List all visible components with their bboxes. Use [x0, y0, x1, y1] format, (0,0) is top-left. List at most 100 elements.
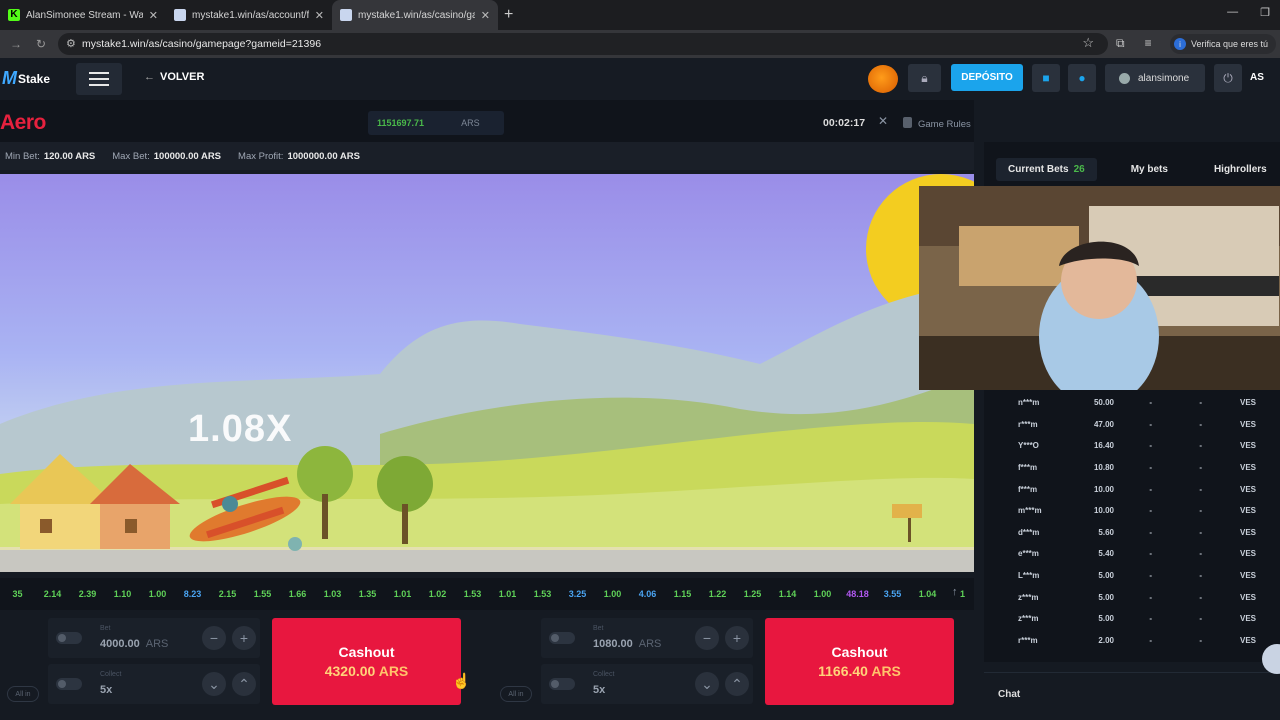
all-in-button[interactable]: All in — [7, 686, 39, 702]
close-tab-icon[interactable]: ✕ — [481, 9, 490, 22]
auto-bet-toggle[interactable] — [549, 632, 575, 644]
bell-icon: ● — [1078, 71, 1086, 85]
new-tab-icon[interactable]: + — [504, 6, 513, 24]
decrease-bet-button[interactable]: − — [695, 626, 719, 650]
browser-tab-2[interactable]: mystake1.win/as/account/frees ✕ — [166, 0, 332, 30]
minimize-icon[interactable]: — — [1227, 6, 1238, 19]
bet-row: z***m 5.00 - - VES — [984, 608, 1280, 630]
browser-tab-1[interactable]: K AlanSimonee Stream - Watch L ✕ — [0, 0, 166, 30]
history-multiplier: 1.22 — [708, 589, 727, 599]
webcam-overlay — [919, 186, 1280, 390]
increase-bet-button[interactable]: + — [232, 626, 256, 650]
bet-row-currency: VES — [1239, 549, 1256, 559]
history-multiplier: 3.55 — [883, 589, 902, 599]
bet-row-col-b: - — [1199, 441, 1202, 451]
bet-amount-text: 1080.00 — [593, 638, 633, 650]
user-menu-button[interactable]: alansimone — [1105, 64, 1205, 92]
browser-tab-3[interactable]: mystake1.win/as/casino/gamep ✕ — [332, 0, 498, 30]
back-label: VOLVER — [160, 71, 205, 83]
bet-row-currency: VES — [1239, 398, 1256, 408]
bet-row-col-b: - — [1199, 398, 1202, 408]
bet-row-currency: VES — [1239, 441, 1256, 451]
bet-row-col-a: - — [1149, 592, 1152, 602]
game-rules-button[interactable]: Game Rules — [903, 117, 971, 130]
collect-down-icon[interactable]: ⌄ — [695, 672, 719, 696]
bookmark-star-icon[interactable]: ☆ — [1082, 35, 1094, 51]
bet-row-multiplier: 5.00 — [1098, 614, 1114, 624]
max-bet-value: 100000.00 ARS — [153, 150, 222, 162]
bet-row-col-b: - — [1199, 549, 1202, 559]
close-tab-icon[interactable]: ✕ — [149, 9, 158, 22]
language-selector[interactable]: AS — [1250, 72, 1264, 83]
avatar-icon — [1119, 72, 1130, 84]
decrease-bet-button[interactable]: − — [202, 626, 226, 650]
history-multiplier: 4.06 — [638, 589, 657, 599]
profile-verify-pill[interactable]: i Verifica que eres tú — [1169, 34, 1276, 54]
bet-row: z***m 5.00 - - VES — [984, 586, 1280, 608]
bet-currency: ARS — [638, 638, 662, 650]
lock-icon: 🔒︎ — [921, 70, 928, 85]
gift-icon: ■ — [1042, 71, 1050, 85]
collect-field[interactable]: Collect 5x ⌄ ⌃ — [541, 664, 753, 704]
forward-icon[interactable]: → — [10, 37, 22, 51]
auto-collect-toggle[interactable] — [549, 678, 575, 690]
cashout-currency: ARS — [871, 663, 901, 679]
reload-icon[interactable]: ↻ — [36, 37, 46, 51]
streamer-webcam-graphic — [919, 186, 1280, 390]
chat-bar[interactable]: Chat — [984, 672, 1280, 720]
bet-row-currency: VES — [1239, 635, 1256, 645]
bet-amount-field[interactable]: Bet 1080.00 ARS − + — [541, 618, 753, 658]
all-in-button[interactable]: All in — [500, 686, 532, 702]
cashout-currency: ARS — [378, 663, 409, 679]
auto-bet-toggle[interactable] — [56, 632, 82, 644]
history-multiplier: 1.03 — [323, 589, 342, 599]
history-multiplier: 1.02 — [428, 589, 447, 599]
browser-address-bar: → ↻ ⚙ mystake1.win/as/casino/gamepage?ga… — [0, 30, 1280, 58]
site-logo[interactable]: M Stake — [2, 68, 50, 89]
tab-current-bets[interactable]: Current Bets 26 — [996, 157, 1097, 181]
lock-button[interactable]: 🔒︎ — [908, 64, 941, 92]
logo-text: Stake — [18, 71, 51, 86]
collect-label: Collect — [593, 671, 615, 678]
tab-current-bets-label: Current Bets — [1008, 163, 1069, 175]
back-button[interactable]: ← VOLVER — [144, 71, 204, 83]
hamburger-menu-button[interactable] — [76, 63, 122, 95]
deposit-button[interactable]: DEPÓSITO — [951, 64, 1023, 91]
collect-field[interactable]: Collect 5x ⌄ ⌃ — [48, 664, 260, 704]
site-info-icon[interactable]: ⚙ — [66, 37, 76, 50]
url-field[interactable]: ⚙ mystake1.win/as/casino/gamepage?gameid… — [58, 33, 1108, 55]
tab-title: mystake1.win/as/account/frees — [192, 9, 309, 21]
mute-icon[interactable]: ✕ — [878, 114, 888, 128]
cashout-button[interactable]: Cashout 1166.40 ARS — [765, 618, 954, 705]
collect-value: 5x — [593, 684, 606, 696]
bet-row-currency: VES — [1239, 419, 1256, 429]
collect-up-icon[interactable]: ⌃ — [725, 672, 749, 696]
game-rules-label: Game Rules — [918, 119, 971, 130]
cashout-button[interactable]: Cashout 4320.00 ARS — [272, 618, 461, 705]
collect-down-icon[interactable]: ⌄ — [202, 672, 226, 696]
bet-row-currency: VES — [1239, 506, 1256, 516]
reading-list-icon[interactable]: ≡ — [1145, 36, 1152, 51]
bet-row-currency: VES — [1239, 614, 1256, 624]
close-tab-icon[interactable]: ✕ — [315, 9, 324, 22]
bet-currency: ARS — [145, 638, 169, 650]
bet-row-col-b: - — [1199, 463, 1202, 473]
auto-collect-toggle[interactable] — [56, 678, 82, 690]
bet-row-currency: VES — [1239, 527, 1256, 537]
extensions-icon[interactable]: ⧉ — [1116, 36, 1125, 51]
gift-button[interactable]: ■ — [1032, 64, 1060, 92]
collect-up-icon[interactable]: ⌃ — [232, 672, 256, 696]
bet-row: f***m 10.00 - - VES — [984, 478, 1280, 500]
bet-row-col-b: - — [1199, 506, 1202, 516]
notifications-button[interactable]: ● — [1068, 64, 1096, 92]
tab-highrollers[interactable]: Highrollers — [1202, 158, 1279, 181]
history-expand-icon[interactable]: ↑ — [952, 586, 958, 598]
bet-amount-field[interactable]: Bet 4000.00 ARS − + — [48, 618, 260, 658]
tab-my-bets[interactable]: My bets — [1119, 158, 1180, 181]
maximize-icon[interactable]: ❐ — [1260, 6, 1270, 19]
pumpkin-promo-icon[interactable] — [868, 65, 898, 93]
site-favicon-icon — [174, 9, 186, 21]
increase-bet-button[interactable]: + — [725, 626, 749, 650]
bet-row-player: z***m — [1018, 592, 1039, 602]
logout-button[interactable]: ⏻ — [1214, 64, 1242, 92]
